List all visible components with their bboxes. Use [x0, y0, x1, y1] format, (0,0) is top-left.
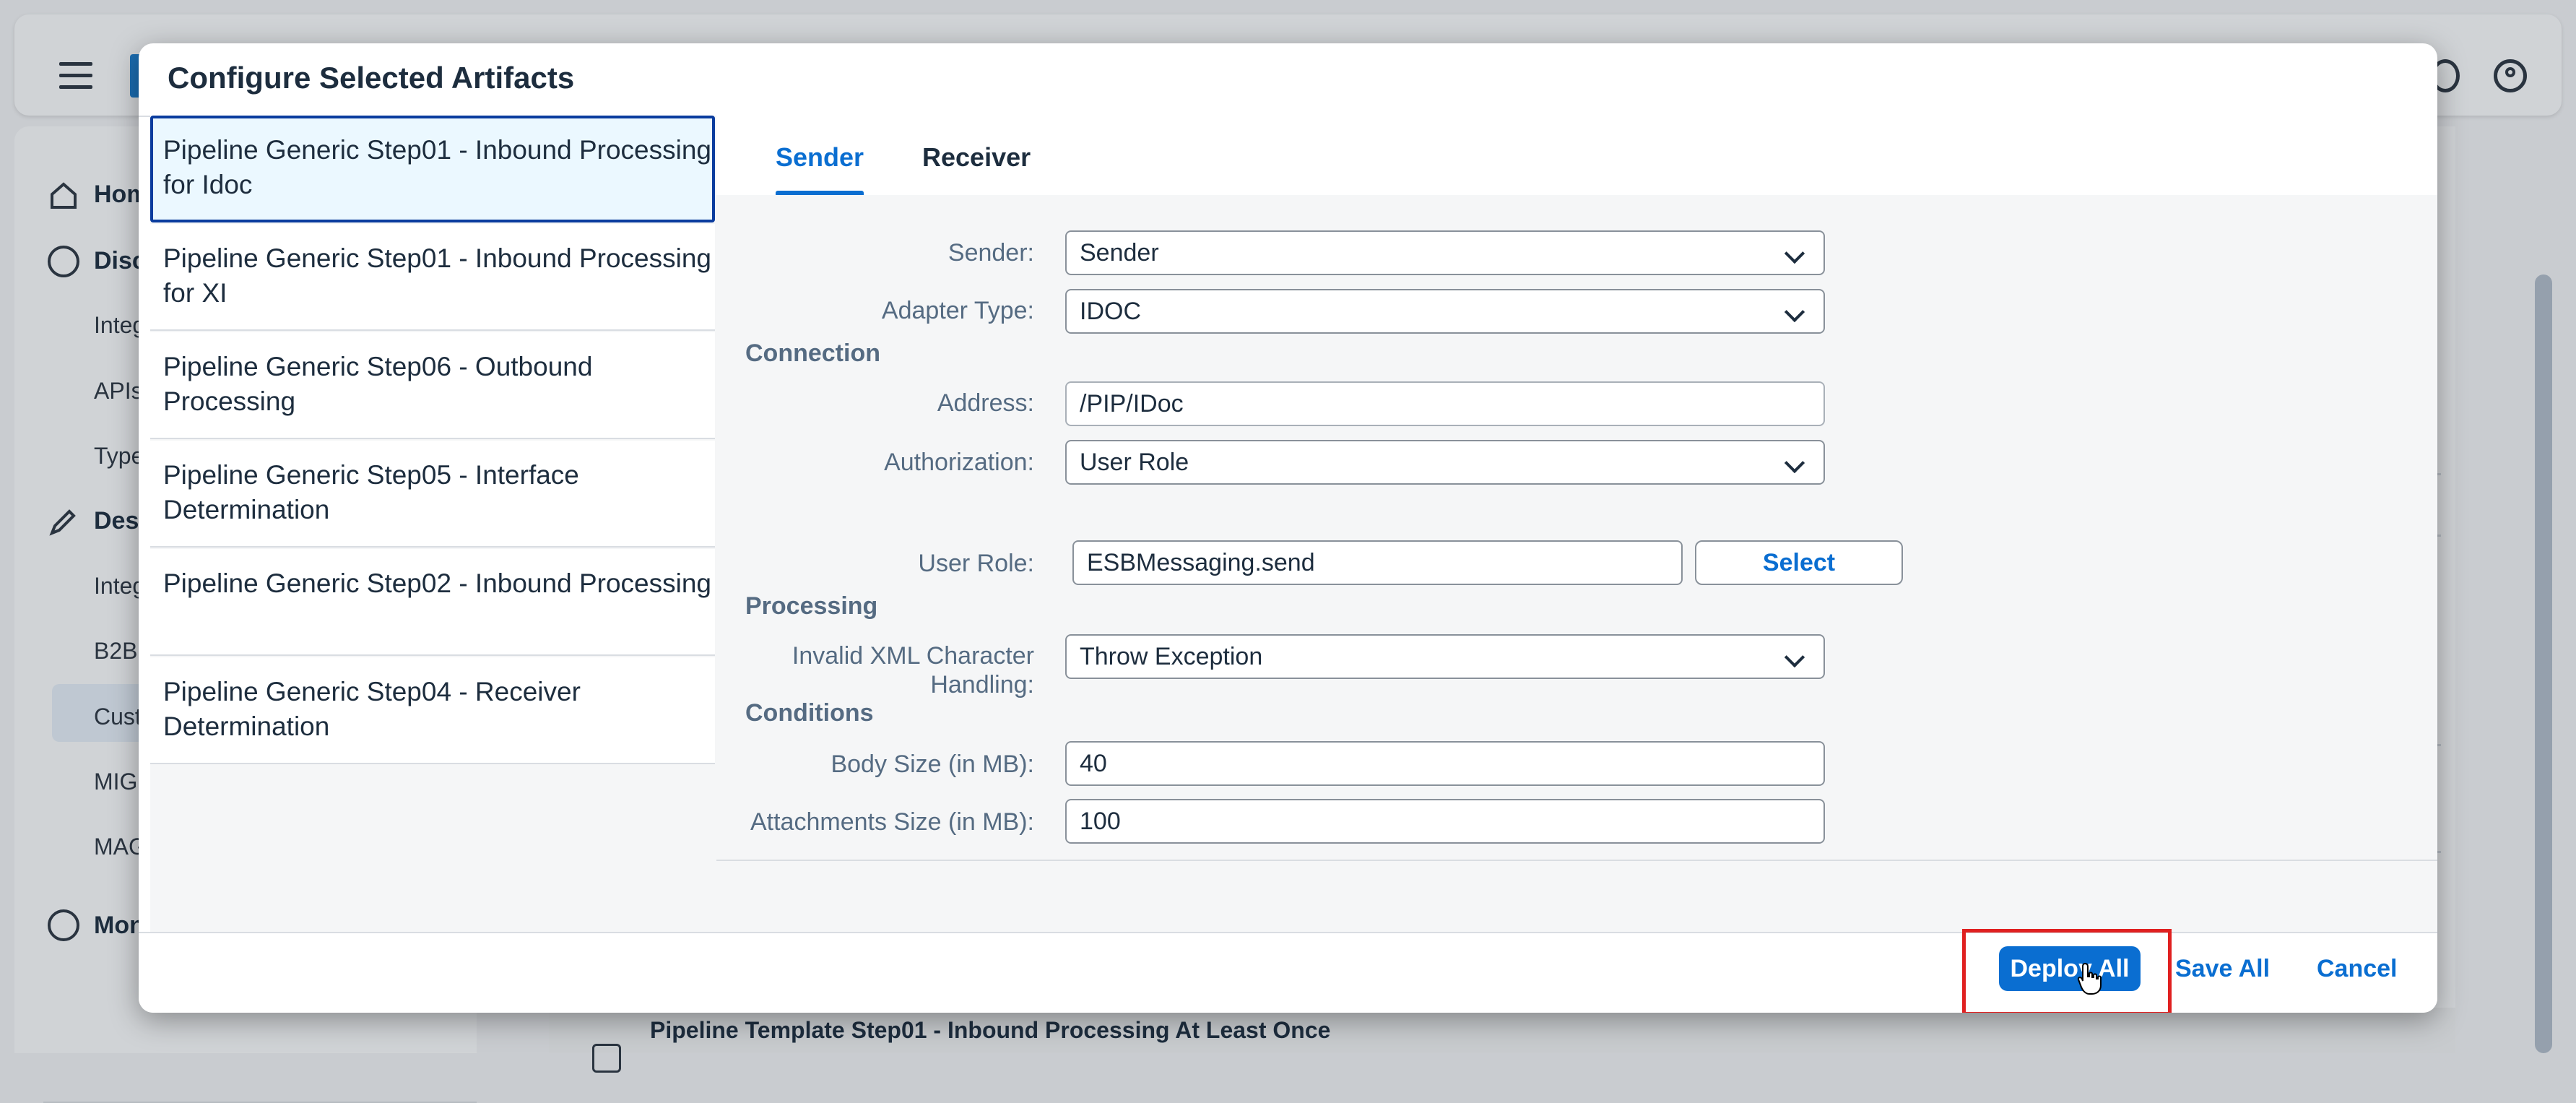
tab-bar: Sender Receiver [716, 116, 2437, 196]
artifact-item[interactable]: Pipeline Generic Step01 - Inbound Proces… [150, 116, 715, 222]
dialog-header: Configure Selected Artifacts [139, 43, 2437, 117]
address-input[interactable]: /PIP/IDoc [1065, 381, 1825, 426]
hand-cursor-icon [2077, 962, 2102, 995]
dialog-title: Configure Selected Artifacts [168, 61, 575, 95]
select-user-role-button[interactable]: Select [1695, 540, 1903, 585]
row-checkbox[interactable] [592, 1044, 621, 1073]
chevron-down-icon [1784, 646, 1805, 668]
pencil-icon [48, 506, 79, 537]
nav-sub-discover-apis[interactable]: APIs [94, 378, 143, 405]
invalid-xml-select[interactable]: Throw Exception [1065, 634, 1825, 679]
authorization-value: User Role [1080, 449, 1189, 476]
sender-select[interactable]: Sender [1065, 230, 1825, 275]
user-role-label: User Role: [918, 550, 1034, 577]
artifact-list: Pipeline Generic Step01 - Inbound Proces… [150, 116, 718, 932]
section-conditions: Conditions [745, 699, 874, 727]
chevron-down-icon [1784, 452, 1805, 474]
background-row-title: Pipeline Template Step01 - Inbound Proce… [650, 1017, 1331, 1043]
user-role-input[interactable]: ESBMessaging.send [1072, 540, 1683, 585]
form-footer-space [716, 861, 2437, 932]
artifact-item[interactable]: Pipeline Generic Step04 - Receiver Deter… [150, 657, 715, 764]
body-size-label: Body Size (in MB): [831, 751, 1034, 778]
attachments-size-input[interactable]: 100 [1065, 799, 1825, 844]
section-processing: Processing [745, 592, 878, 620]
authorization-select[interactable]: User Role [1065, 440, 1825, 485]
compass-icon [48, 246, 79, 277]
home-icon [48, 180, 79, 212]
invalid-xml-label: Invalid XML Character Handling: [792, 642, 1034, 698]
chevron-down-icon [1784, 301, 1805, 323]
address-label: Address: [937, 389, 1034, 417]
body-size-input[interactable]: 40 [1065, 741, 1825, 786]
sender-select-value: Sender [1080, 239, 1159, 267]
hamburger-menu-icon[interactable] [59, 62, 92, 90]
invalid-xml-value: Throw Exception [1080, 643, 1263, 670]
artifact-item[interactable]: Pipeline Generic Step05 - Interface Dete… [150, 441, 715, 548]
user-profile-icon[interactable] [2494, 59, 2527, 92]
section-connection: Connection [745, 339, 880, 367]
artifact-item[interactable]: Pipeline Generic Step01 - Inbound Proces… [150, 224, 715, 331]
save-all-button[interactable]: Save All [2175, 946, 2270, 991]
chevron-down-icon [1784, 243, 1805, 264]
authorization-label: Authorization: [884, 449, 1034, 476]
money-icon [48, 909, 79, 941]
cancel-button[interactable]: Cancel [2317, 946, 2398, 991]
attachments-size-label: Attachments Size (in MB): [750, 808, 1034, 836]
tab-sender[interactable]: Sender [776, 116, 864, 195]
tab-receiver[interactable]: Receiver [922, 116, 1031, 194]
artifact-item[interactable]: Pipeline Generic Step02 - Inbound Proces… [150, 549, 715, 656]
nav-sub-design-b2b[interactable]: B2B [94, 638, 137, 665]
adapter-type-value: IDOC [1080, 298, 1141, 325]
nav-sub-design-mig[interactable]: MIG [94, 769, 137, 795]
deploy-button-highlight [1962, 929, 2172, 1013]
page-scrollbar[interactable] [2535, 274, 2552, 1053]
configure-artifacts-dialog: Configure Selected Artifacts Pipeline Ge… [139, 43, 2437, 1013]
artifact-item[interactable]: Pipeline Generic Step06 - Outbound Proce… [150, 332, 715, 439]
adapter-type-select[interactable]: IDOC [1065, 289, 1825, 334]
sender-label: Sender: [947, 239, 1034, 267]
adapter-type-label: Adapter Type: [881, 297, 1034, 324]
